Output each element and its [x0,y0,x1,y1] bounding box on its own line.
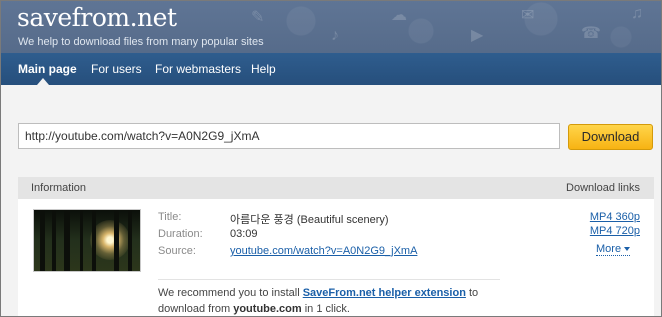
duration-label: Duration: [158,228,203,240]
site-tagline: We help to download files from many popu… [18,36,264,48]
doodle-icon: ✎ [251,9,265,26]
site-logo[interactable]: savefrom.net [17,3,177,32]
nav-item-help[interactable]: Help [251,62,276,76]
main-nav: Main page For users For webmasters Help [1,53,661,85]
more-label: More [596,243,622,255]
doodle-icon: ♫ [631,5,643,22]
doodle-icon: ☁ [391,7,407,24]
download-link-mp4-360p[interactable]: MP4 360p [590,211,640,223]
thumbnail-tree [80,210,83,271]
result-panel: Information Download links Title: 아름다운 풍… [18,177,654,316]
source-label: Source: [158,245,196,257]
information-heading: Information [31,182,87,194]
main-content: Download Information Download links Titl… [1,85,661,316]
nav-item-main-page[interactable]: Main page [18,62,77,76]
doodle-icon: ✉ [521,7,535,24]
thumbnail-tree [64,210,70,271]
recommend-site: youtube.com [233,303,302,315]
more-formats-toggle[interactable]: More [596,243,631,256]
duration-value: 03:09 [230,228,258,240]
thumbnail-tree [52,210,56,271]
site-header: ✎ ♪ ☁ ▶ ✉ ☎ ♫ savefrom.net We help to do… [1,1,661,53]
result-header: Information Download links [18,177,654,199]
source-link[interactable]: youtube.com/watch?v=A0N2G9_jXmA [230,245,417,257]
download-button[interactable]: Download [568,124,653,150]
helper-recommendation: We recommend you to install SaveFrom.net… [158,285,518,316]
nav-item-for-users[interactable]: For users [91,62,142,76]
title-value: 아름다운 풍경 (Beautiful scenery) [230,214,389,226]
title-label: Title: [158,211,182,223]
doodle-icon: ☎ [581,25,601,42]
active-nav-indicator [37,78,49,85]
nav-item-for-webmasters[interactable]: For webmasters [155,62,241,76]
recommend-prefix: We recommend you to install [158,287,300,299]
thumbnail-tree [114,210,119,271]
helper-extension-link[interactable]: SaveFrom.net helper extension [303,287,466,299]
thumbnail-sunlight [90,220,130,260]
download-link-mp4-720p[interactable]: MP4 720p [590,225,640,237]
download-links-heading: Download links [566,182,640,194]
doodle-icon: ♪ [331,27,339,44]
video-thumbnail[interactable] [33,209,141,272]
url-input[interactable] [18,123,560,149]
doodle-icon: ▶ [471,27,484,44]
chevron-down-icon [624,247,631,252]
thumbnail-tree [128,210,132,271]
thumbnail-tree [40,210,45,271]
divider [158,279,500,280]
thumbnail-tree [92,210,96,271]
recommend-suffix: in 1 click. [304,303,350,315]
page-frame: ✎ ♪ ☁ ▶ ✉ ☎ ♫ savefrom.net We help to do… [0,0,662,317]
